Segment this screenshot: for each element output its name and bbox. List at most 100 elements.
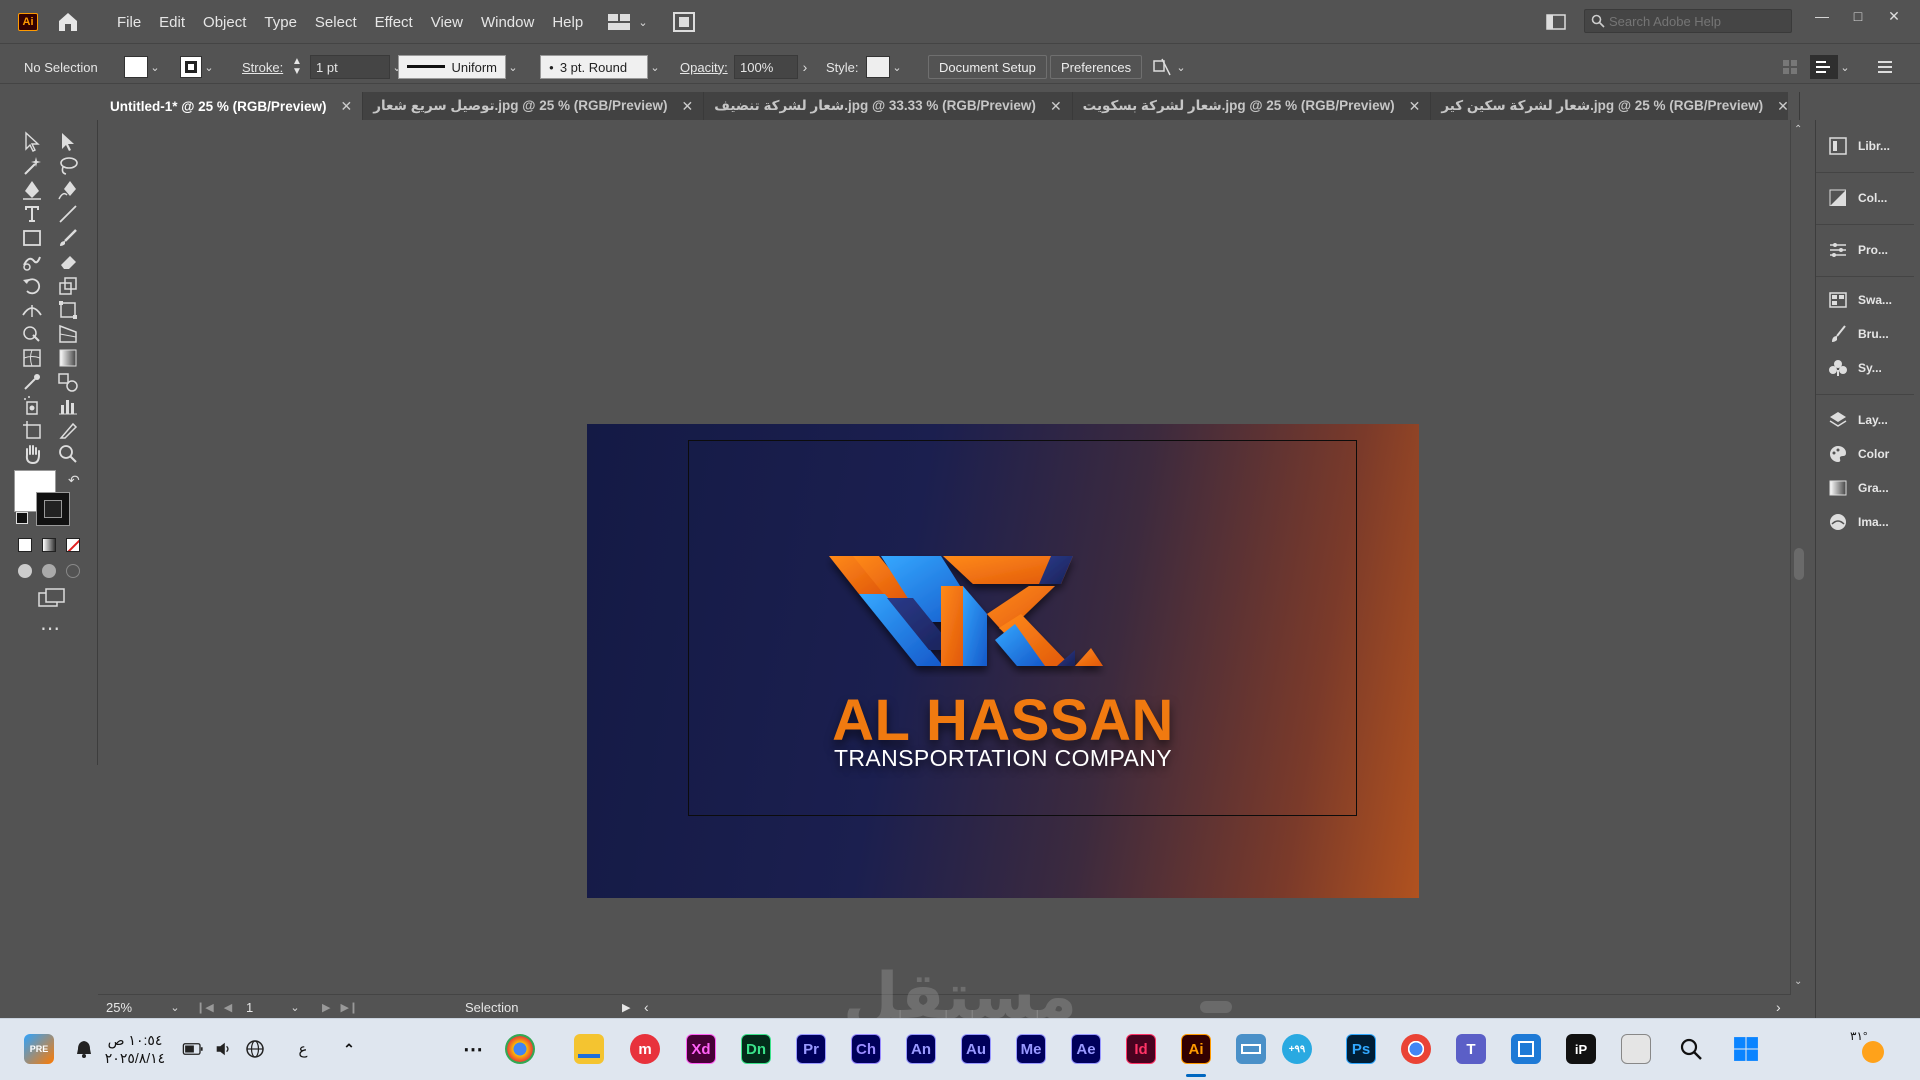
opacity-field[interactable]: 100% › — [734, 50, 812, 84]
tab-biscuit-logo[interactable]: شعار لشركة بسكويت.jpg @ 25 % (RGB/Previe… — [1073, 92, 1432, 120]
control-menu[interactable] — [1878, 50, 1892, 84]
swap-colors-icon[interactable]: ↶ — [68, 472, 80, 489]
help-search-input[interactable] — [1609, 13, 1779, 29]
maximize-button[interactable]: □ — [1844, 6, 1872, 26]
zoom-level[interactable]: 25% — [106, 995, 168, 1019]
artboard-number[interactable]: 1 — [246, 995, 286, 1019]
opacity-input[interactable]: 100% — [734, 55, 798, 79]
status-menu-arrow-icon[interactable]: ▶ — [622, 995, 630, 1019]
default-colors-icon[interactable] — [16, 512, 28, 524]
draw-inside-icon[interactable] — [66, 564, 80, 578]
window-app-icon[interactable] — [1621, 1034, 1651, 1064]
panel-properties[interactable]: Pro... — [1816, 236, 1914, 264]
adobe-dimension-icon[interactable]: Dn — [741, 1034, 771, 1064]
menu-help[interactable]: Help — [543, 14, 592, 31]
vertical-scroll-thumb[interactable] — [1794, 548, 1804, 580]
opacity-label[interactable]: Opacity: — [680, 50, 728, 84]
menu-object[interactable]: Object — [194, 14, 255, 31]
zoom-dropdown[interactable]: ⌄ — [168, 995, 182, 1019]
scroll-left-icon[interactable]: ‹ — [644, 995, 649, 1019]
stroke-color-box[interactable] — [36, 492, 70, 526]
properties-toggle[interactable]: ⌄ — [1810, 50, 1852, 84]
stroke-swatch[interactable]: ⌄ — [180, 50, 216, 84]
volume-icon[interactable] — [208, 1034, 238, 1064]
close-window-button[interactable]: ✕ — [1880, 6, 1908, 26]
close-icon[interactable]: ✕ — [1050, 98, 1062, 115]
close-icon[interactable]: ✕ — [1777, 98, 1789, 115]
next-artboard-icon[interactable]: ▶ — [322, 1001, 330, 1014]
panel-color[interactable]: Color — [1816, 440, 1914, 468]
menu-edit[interactable]: Edit — [150, 14, 194, 31]
graphic-style-swatch[interactable]: ⌄ — [866, 50, 904, 84]
gradient-mode-icon[interactable] — [42, 538, 56, 552]
battery-icon[interactable] — [178, 1034, 208, 1064]
screen-mode-icon[interactable] — [38, 588, 66, 613]
adobe-media-encoder-icon[interactable]: Me — [1016, 1034, 1046, 1064]
app-icon-m[interactable]: m — [630, 1034, 660, 1064]
menu-select[interactable]: Select — [306, 14, 366, 31]
copilot-icon[interactable]: PRE — [24, 1034, 54, 1064]
ip-app-icon[interactable]: iP — [1566, 1034, 1596, 1064]
help-search-box[interactable] — [1584, 9, 1792, 33]
scroll-right-icon[interactable]: › — [1776, 995, 1781, 1019]
zoom-tool[interactable] — [54, 440, 82, 468]
scroll-down-icon[interactable]: ⌄ — [1794, 976, 1802, 987]
workspace-switcher[interactable]: ⌄ — [608, 12, 650, 32]
more-apps-icon[interactable]: ⋯ — [458, 1034, 488, 1064]
calculator-app-icon[interactable] — [1511, 1034, 1541, 1064]
adobe-indesign-icon[interactable]: Id — [1126, 1034, 1156, 1064]
menu-view[interactable]: View — [422, 14, 472, 31]
panel-gradient[interactable]: Gra... — [1816, 474, 1914, 502]
adobe-character-animator-icon[interactable]: Ch — [851, 1034, 881, 1064]
adobe-animate-icon[interactable]: An — [906, 1034, 936, 1064]
adobe-audition-icon[interactable]: Au — [961, 1034, 991, 1064]
arrange-documents-icon[interactable] — [672, 11, 696, 33]
stroke-label[interactable]: Stroke: — [242, 50, 283, 84]
horizontal-scroll-thumb[interactable] — [1200, 1001, 1232, 1013]
artboard[interactable]: AL HASSAN TRANSPORTATION COMPANY — [587, 424, 1419, 898]
draw-behind-icon[interactable] — [42, 564, 56, 578]
align-options[interactable]: ⌄ — [1152, 50, 1188, 84]
tab-skincare-logo[interactable]: شعار لشركة سكين كير.jpg @ 25 % (RGB/Prev… — [1431, 92, 1800, 120]
network-globe-icon[interactable] — [240, 1034, 270, 1064]
chrome-icon[interactable] — [1401, 1034, 1431, 1064]
close-icon[interactable]: ✕ — [682, 98, 694, 115]
panel-swatches[interactable]: Swa... — [1816, 286, 1914, 314]
telegram-icon[interactable]: +٩٩ — [1282, 1034, 1312, 1064]
panel-layout-icon[interactable] — [1546, 14, 1566, 30]
document-setup-button[interactable]: Document Setup — [928, 55, 1047, 79]
adobe-after-effects-icon[interactable]: Ae — [1071, 1034, 1101, 1064]
windows-start-icon[interactable] — [1731, 1034, 1761, 1064]
first-artboard-icon[interactable]: ❙◀ — [196, 1001, 214, 1014]
close-icon[interactable]: ✕ — [340, 98, 352, 115]
color-mode-icon[interactable] — [18, 538, 32, 552]
artboard-nav-next[interactable]: ▶ ▶❙ — [322, 995, 358, 1019]
keyboard-app-icon[interactable] — [1236, 1034, 1266, 1064]
system-clock[interactable]: ١٠:٥٤ ص ٢٠٢٥/٨/١٤ — [100, 1031, 170, 1067]
panel-brushes[interactable]: Bru... — [1816, 320, 1914, 348]
grid-toggle[interactable] — [1782, 50, 1798, 84]
teams-icon[interactable]: T — [1456, 1034, 1486, 1064]
scroll-up-icon[interactable]: ⌃ — [1794, 124, 1802, 135]
stroke-weight-input[interactable]: 1 pt — [310, 55, 390, 79]
tab-fast-delivery-logo[interactable]: توصيل سريع شعار.jpg @ 25 % (RGB/Preview)… — [363, 92, 705, 120]
menu-type[interactable]: Type — [255, 14, 306, 31]
adobe-xd-icon[interactable]: Xd — [686, 1034, 716, 1064]
previous-artboard-icon[interactable]: ◀ — [224, 1001, 232, 1014]
brush-definition[interactable]: ● 3 pt. Round ⌄ — [540, 50, 662, 84]
search-taskbar-icon[interactable] — [1676, 1034, 1706, 1064]
panel-symbols[interactable]: Sy... — [1816, 354, 1914, 382]
artboard-dropdown[interactable]: ⌄ — [288, 995, 302, 1019]
fill-swatch[interactable]: ⌄ — [124, 50, 162, 84]
vertical-scrollbar[interactable]: ⌃ ⌄ — [1790, 120, 1806, 994]
preferences-button[interactable]: Preferences — [1050, 55, 1143, 79]
chrome-profile-icon[interactable] — [505, 1034, 535, 1064]
menu-file[interactable]: File — [108, 14, 150, 31]
none-mode-icon[interactable] — [66, 538, 80, 552]
artboard-nav-prev[interactable]: ❙◀ ◀ — [196, 995, 232, 1019]
stroke-weight-field[interactable]: 1 pt ⌄ — [310, 50, 404, 84]
last-artboard-icon[interactable]: ▶❙ — [340, 1001, 358, 1014]
input-language[interactable]: ع — [288, 1034, 318, 1064]
tab-cleaning-logo[interactable]: شعار لشركة تنضيف.jpg @ 33.33 % (RGB/Prev… — [704, 92, 1073, 120]
draw-normal-icon[interactable] — [18, 564, 32, 578]
